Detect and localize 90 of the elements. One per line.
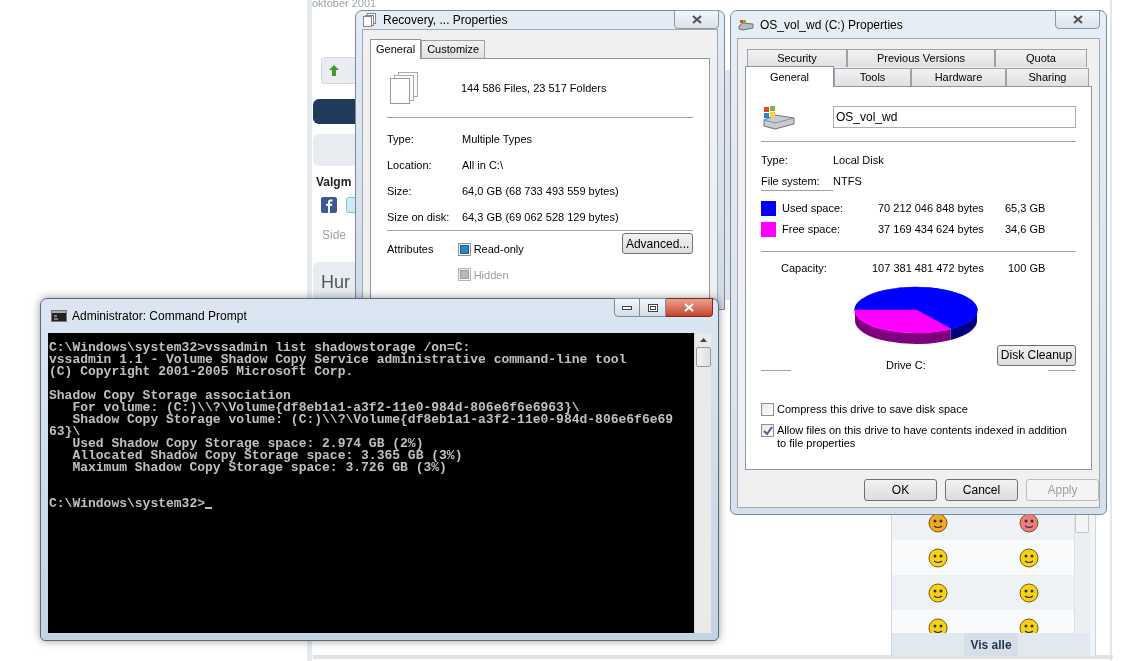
- field-value: NTFS: [833, 174, 862, 189]
- field-label: Used space:: [782, 201, 845, 217]
- facebook-icon: [321, 197, 337, 213]
- checkbox-label: Allow files on this drive to have contents indexed in addition to file properties: [777, 424, 1068, 450]
- checkbox[interactable]: [761, 424, 774, 437]
- scrollbar-thumb[interactable]: [695, 347, 711, 367]
- text-cursor: [205, 507, 213, 509]
- chart-label: Drive C:: [886, 357, 926, 373]
- field-label: Type:: [761, 153, 789, 168]
- close-button[interactable]: [674, 10, 719, 29]
- field-value: 37 169 434 624 bytes: [878, 222, 985, 238]
- console-line: C:\Windows\system32>vssadmin list shadowstorage /on=C:: [49, 342, 471, 354]
- button[interactable]: Disk Cleanup: [997, 344, 1076, 366]
- attributes-label: Attributes: [387, 242, 435, 257]
- tab[interactable]: Sharing: [1006, 68, 1089, 86]
- checkbox[interactable]: [761, 403, 774, 416]
- field-value: 64,3 GB (69 062 528 129 bytes): [462, 210, 619, 225]
- console-line: Shadow Copy Storage association: [49, 390, 291, 402]
- documents-icon: [389, 72, 419, 104]
- show-all-button[interactable]: Vis alle: [964, 633, 1018, 656]
- field-value: 64,0 GB (68 733 493 559 bytes): [462, 184, 619, 199]
- field-value: 65,3 GB: [1005, 201, 1046, 217]
- console-line: C:\Windows\system32>: [49, 498, 206, 510]
- page-text: Side: [322, 227, 347, 244]
- smiley-icon: [1018, 512, 1039, 533]
- minimize-icon: [622, 305, 632, 310]
- console-line: Used Shadow Copy Storage space: 2.974 GB (2%): [72, 438, 425, 450]
- smiley-icon: [927, 512, 948, 533]
- field-value: 70 212 046 848 bytes: [878, 201, 985, 217]
- button[interactable]: Cancel: [945, 479, 1018, 501]
- window-title: Administrator: Command Prompt: [72, 308, 247, 325]
- field-label: File system:: [761, 174, 821, 189]
- checkbox[interactable]: [457, 242, 471, 256]
- console-line: 63}\: [49, 426, 81, 438]
- console-line: Shadow Copy Storage volume: (C:)\\?\Volume{df8eb1a1-a3f2-11e0-984d-806e6f6e69: [72, 414, 675, 426]
- tab[interactable]: Customize: [421, 40, 486, 58]
- tab[interactable]: Quota: [995, 49, 1087, 67]
- close-button[interactable]: [1055, 10, 1100, 29]
- field-value: 100 GB: [1008, 261, 1046, 276]
- window-title: Recovery, ... Properties: [383, 12, 508, 29]
- smiley-icon: [927, 547, 948, 568]
- up-arrow-icon: [329, 65, 339, 76]
- field-label: Free space:: [782, 222, 842, 238]
- field-label: Type:: [387, 132, 415, 147]
- button[interactable]: Advanced...: [622, 233, 693, 254]
- maximize-icon: [647, 303, 658, 312]
- scrollbar[interactable]: [694, 333, 711, 633]
- checkbox-label: Hidden: [473, 267, 509, 283]
- window-title: OS_vol_wd (C:) Properties: [760, 16, 903, 34]
- maximize-button[interactable]: [640, 298, 666, 317]
- button[interactable]: OK: [864, 479, 937, 501]
- field-value: Multiple Types: [462, 132, 533, 147]
- console-line: For volume: (C:)\\?\Volume{df8eb1a1-a3f2-11e0-984d-806e6f6e6963}\: [71, 402, 580, 414]
- checkbox-label: Read-only: [473, 242, 524, 257]
- field-label: Size on disk:: [387, 210, 451, 225]
- smiley-icon: [1018, 547, 1039, 568]
- field-value: Local Disk: [833, 153, 884, 168]
- field-value: All in C:\: [462, 158, 503, 173]
- smiley-icon: [927, 582, 948, 603]
- tab[interactable]: General: [370, 39, 422, 59]
- date-text: oktober 2001: [312, 0, 377, 11]
- close-button[interactable]: [666, 298, 713, 317]
- panel-heading: Hur: [321, 272, 350, 292]
- close-icon: [683, 302, 695, 313]
- checkbox-label: Compress this drive to save disk space: [777, 403, 969, 416]
- tab[interactable]: Tools: [834, 68, 911, 86]
- drive-icon: [761, 104, 795, 130]
- drive-icon: [738, 18, 754, 31]
- console-line: Maximum Shadow Copy Storage space: 3.726 GB (3%): [71, 462, 447, 474]
- summary-text: 144 586 Files, 23 517 Folders: [461, 80, 607, 96]
- field-value: 34,6 GB: [1005, 222, 1046, 238]
- console-line: (C) Copyright 2001-2005 Microsoft Corp.: [49, 366, 355, 378]
- console-line: Allocated Shadow Copy Storage space: 3.365 GB (3%): [71, 450, 464, 462]
- tab[interactable]: General: [745, 66, 834, 87]
- field-value: 107 381 481 472 bytes: [872, 261, 985, 276]
- console-line: vssadmin 1.1 - Volume Shadow Copy Service administrative command-line tool: [49, 354, 628, 366]
- smiley-icon: [1018, 582, 1039, 603]
- tab[interactable]: Previous Versions: [847, 49, 995, 67]
- documents-icon: [363, 13, 377, 27]
- name-field[interactable]: OS_vol_wd: [833, 106, 1076, 128]
- tab[interactable]: Hardware: [911, 68, 1006, 86]
- close-icon: [690, 14, 703, 25]
- section-heading: Valgm: [316, 174, 352, 191]
- field-label: Capacity:: [781, 261, 828, 276]
- close-icon: [1071, 14, 1084, 25]
- terminal-icon: [51, 310, 67, 322]
- field-label: Location:: [387, 158, 433, 173]
- tab[interactable]: Security: [747, 49, 847, 67]
- field-label: Size:: [387, 184, 413, 199]
- minimize-button[interactable]: [614, 298, 640, 317]
